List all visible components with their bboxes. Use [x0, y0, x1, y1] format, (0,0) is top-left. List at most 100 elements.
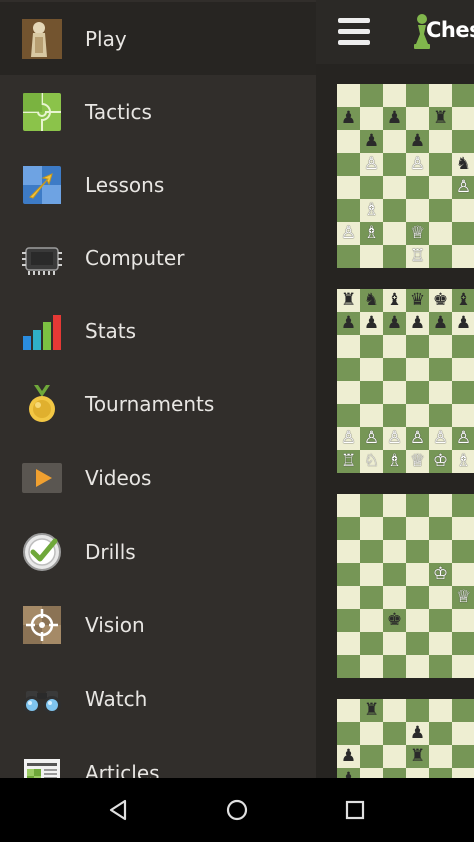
- board-square: [452, 494, 474, 517]
- board-square: [360, 381, 383, 404]
- board-square: [452, 517, 474, 540]
- white-piece-icon: ♙: [409, 154, 426, 174]
- board-square: [360, 84, 383, 107]
- board-square: ♕: [406, 222, 429, 245]
- white-piece-icon: ♙: [409, 428, 426, 448]
- menu-label-vision: Vision: [85, 612, 145, 637]
- white-piece-icon: ♗: [386, 451, 403, 471]
- board-square: [337, 176, 360, 199]
- menu-item-tournaments[interactable]: Tournaments: [0, 367, 316, 440]
- black-piece-icon: ♛: [409, 290, 426, 310]
- game-board[interactable]: ♜ ♞ ♝ ♛ ♚ ♝ ♟ ♟ ♟ ♟ ♟ ♟ ♙ ♙ ♙ ♙ ♙ ♙ ♖ ♘ ♗ ♕ ♔ ♗: [337, 289, 474, 473]
- board-square: [337, 335, 360, 358]
- game-board[interactable]: ♔ ♕ ♚: [337, 494, 474, 678]
- menu-label-articles: Articles: [85, 760, 160, 779]
- board-square: [429, 404, 452, 427]
- menu-label-tactics: Tactics: [85, 99, 152, 124]
- board-square: [406, 84, 429, 107]
- board-square: ♙: [406, 427, 429, 450]
- white-piece-icon: ♙: [455, 428, 472, 448]
- app-bar: Ches: [316, 0, 474, 64]
- board-square: [337, 358, 360, 381]
- medal-icon: [29, 384, 55, 422]
- menu-item-lessons[interactable]: Lessons: [0, 148, 316, 221]
- game-board[interactable]: ♜ ♟ ♟ ♜ ♟: [337, 699, 474, 778]
- white-piece-icon: ♕: [409, 451, 426, 471]
- hamburger-icon[interactable]: [338, 18, 370, 46]
- black-piece-icon: ♜: [340, 290, 357, 310]
- board-square: ♝: [452, 289, 474, 312]
- board-square: [360, 563, 383, 586]
- white-piece-icon: ♕: [409, 223, 426, 243]
- board-square: [406, 609, 429, 632]
- board-square: [360, 335, 383, 358]
- board-square: ♟: [406, 130, 429, 153]
- board-square: ♜: [429, 107, 452, 130]
- white-piece-icon: ♙: [363, 428, 380, 448]
- black-piece-icon: ♟: [386, 108, 403, 128]
- board-square: ♚: [383, 609, 406, 632]
- white-piece-icon: ♗: [363, 200, 380, 220]
- board-square: [429, 722, 452, 745]
- board-square: [429, 199, 452, 222]
- board-square: [429, 494, 452, 517]
- board-square: [429, 655, 452, 678]
- recents-square-icon[interactable]: [337, 792, 373, 828]
- home-circle-icon[interactable]: [219, 792, 255, 828]
- board-square: [429, 222, 452, 245]
- menu-item-watch[interactable]: Watch: [0, 662, 316, 735]
- board-square: ♗: [360, 222, 383, 245]
- system-navigation-bar: [0, 778, 474, 842]
- menu-item-play[interactable]: Play: [0, 2, 316, 75]
- navigation-drawer: Play Tactics Lessons Computer Stats Tour…: [0, 0, 316, 778]
- game-board[interactable]: ♟ ♟ ♜ ♟ ♟ ♙ ♙ ♞ ♙ ♗ ♙ ♗ ♕ ♖: [337, 84, 474, 268]
- board-square: ♟: [337, 768, 360, 778]
- white-piece-icon: ♙: [432, 428, 449, 448]
- board-square: [337, 494, 360, 517]
- menu-item-videos[interactable]: Videos: [0, 441, 316, 514]
- menu-item-vision[interactable]: Vision: [0, 588, 316, 661]
- white-piece-icon: ♕: [455, 587, 472, 607]
- board-square: [360, 245, 383, 268]
- black-piece-icon: ♝: [386, 290, 403, 310]
- board-square: [337, 586, 360, 609]
- menu-item-tactics[interactable]: Tactics: [0, 75, 316, 148]
- board-square: [337, 404, 360, 427]
- board-square: ♜: [406, 745, 429, 768]
- white-piece-icon: ♙: [340, 428, 357, 448]
- back-triangle-icon[interactable]: [100, 792, 136, 828]
- menu-item-articles[interactable]: Articles: [0, 736, 316, 778]
- black-piece-icon: ♟: [432, 313, 449, 333]
- newspaper-icon: [24, 758, 60, 778]
- menu-label-computer: Computer: [85, 245, 185, 270]
- menu-item-drills[interactable]: Drills: [0, 515, 316, 588]
- board-square: [452, 381, 474, 404]
- white-piece-icon: ♖: [340, 451, 357, 471]
- board-square: [406, 199, 429, 222]
- board-square: [337, 84, 360, 107]
- board-square: [337, 130, 360, 153]
- board-square: [337, 517, 360, 540]
- board-square: [452, 199, 474, 222]
- board-square: ♟: [406, 312, 429, 335]
- black-piece-icon: ♝: [455, 290, 472, 310]
- board-square: [337, 245, 360, 268]
- board-square: [452, 245, 474, 268]
- black-piece-icon: ♟: [386, 313, 403, 333]
- menu-item-stats[interactable]: Stats: [0, 294, 316, 367]
- board-square: [452, 222, 474, 245]
- board-square: [360, 176, 383, 199]
- board-square: [406, 563, 429, 586]
- board-square: [337, 199, 360, 222]
- board-square: [383, 199, 406, 222]
- black-piece-icon: ♟: [409, 723, 426, 743]
- main-content: Ches ♟ ♟ ♜ ♟ ♟ ♙ ♙ ♞ ♙ ♗ ♙ ♗ ♕ ♖ ♜ ♞ ♝ ♛ ♚ ♝ ♟ ♟ ♟ ♟ ♟ ♟ ♙ ♙ ♙ ♙ ♙ ♙ ♖ ♘ ♗…: [316, 0, 474, 778]
- board-square: [429, 768, 452, 778]
- menu-item-computer[interactable]: Computer: [0, 221, 316, 294]
- board-square: [406, 632, 429, 655]
- board-square: [406, 540, 429, 563]
- board-square: [429, 130, 452, 153]
- board-square: [383, 153, 406, 176]
- board-square: [452, 722, 474, 745]
- board-square: ♘: [360, 450, 383, 473]
